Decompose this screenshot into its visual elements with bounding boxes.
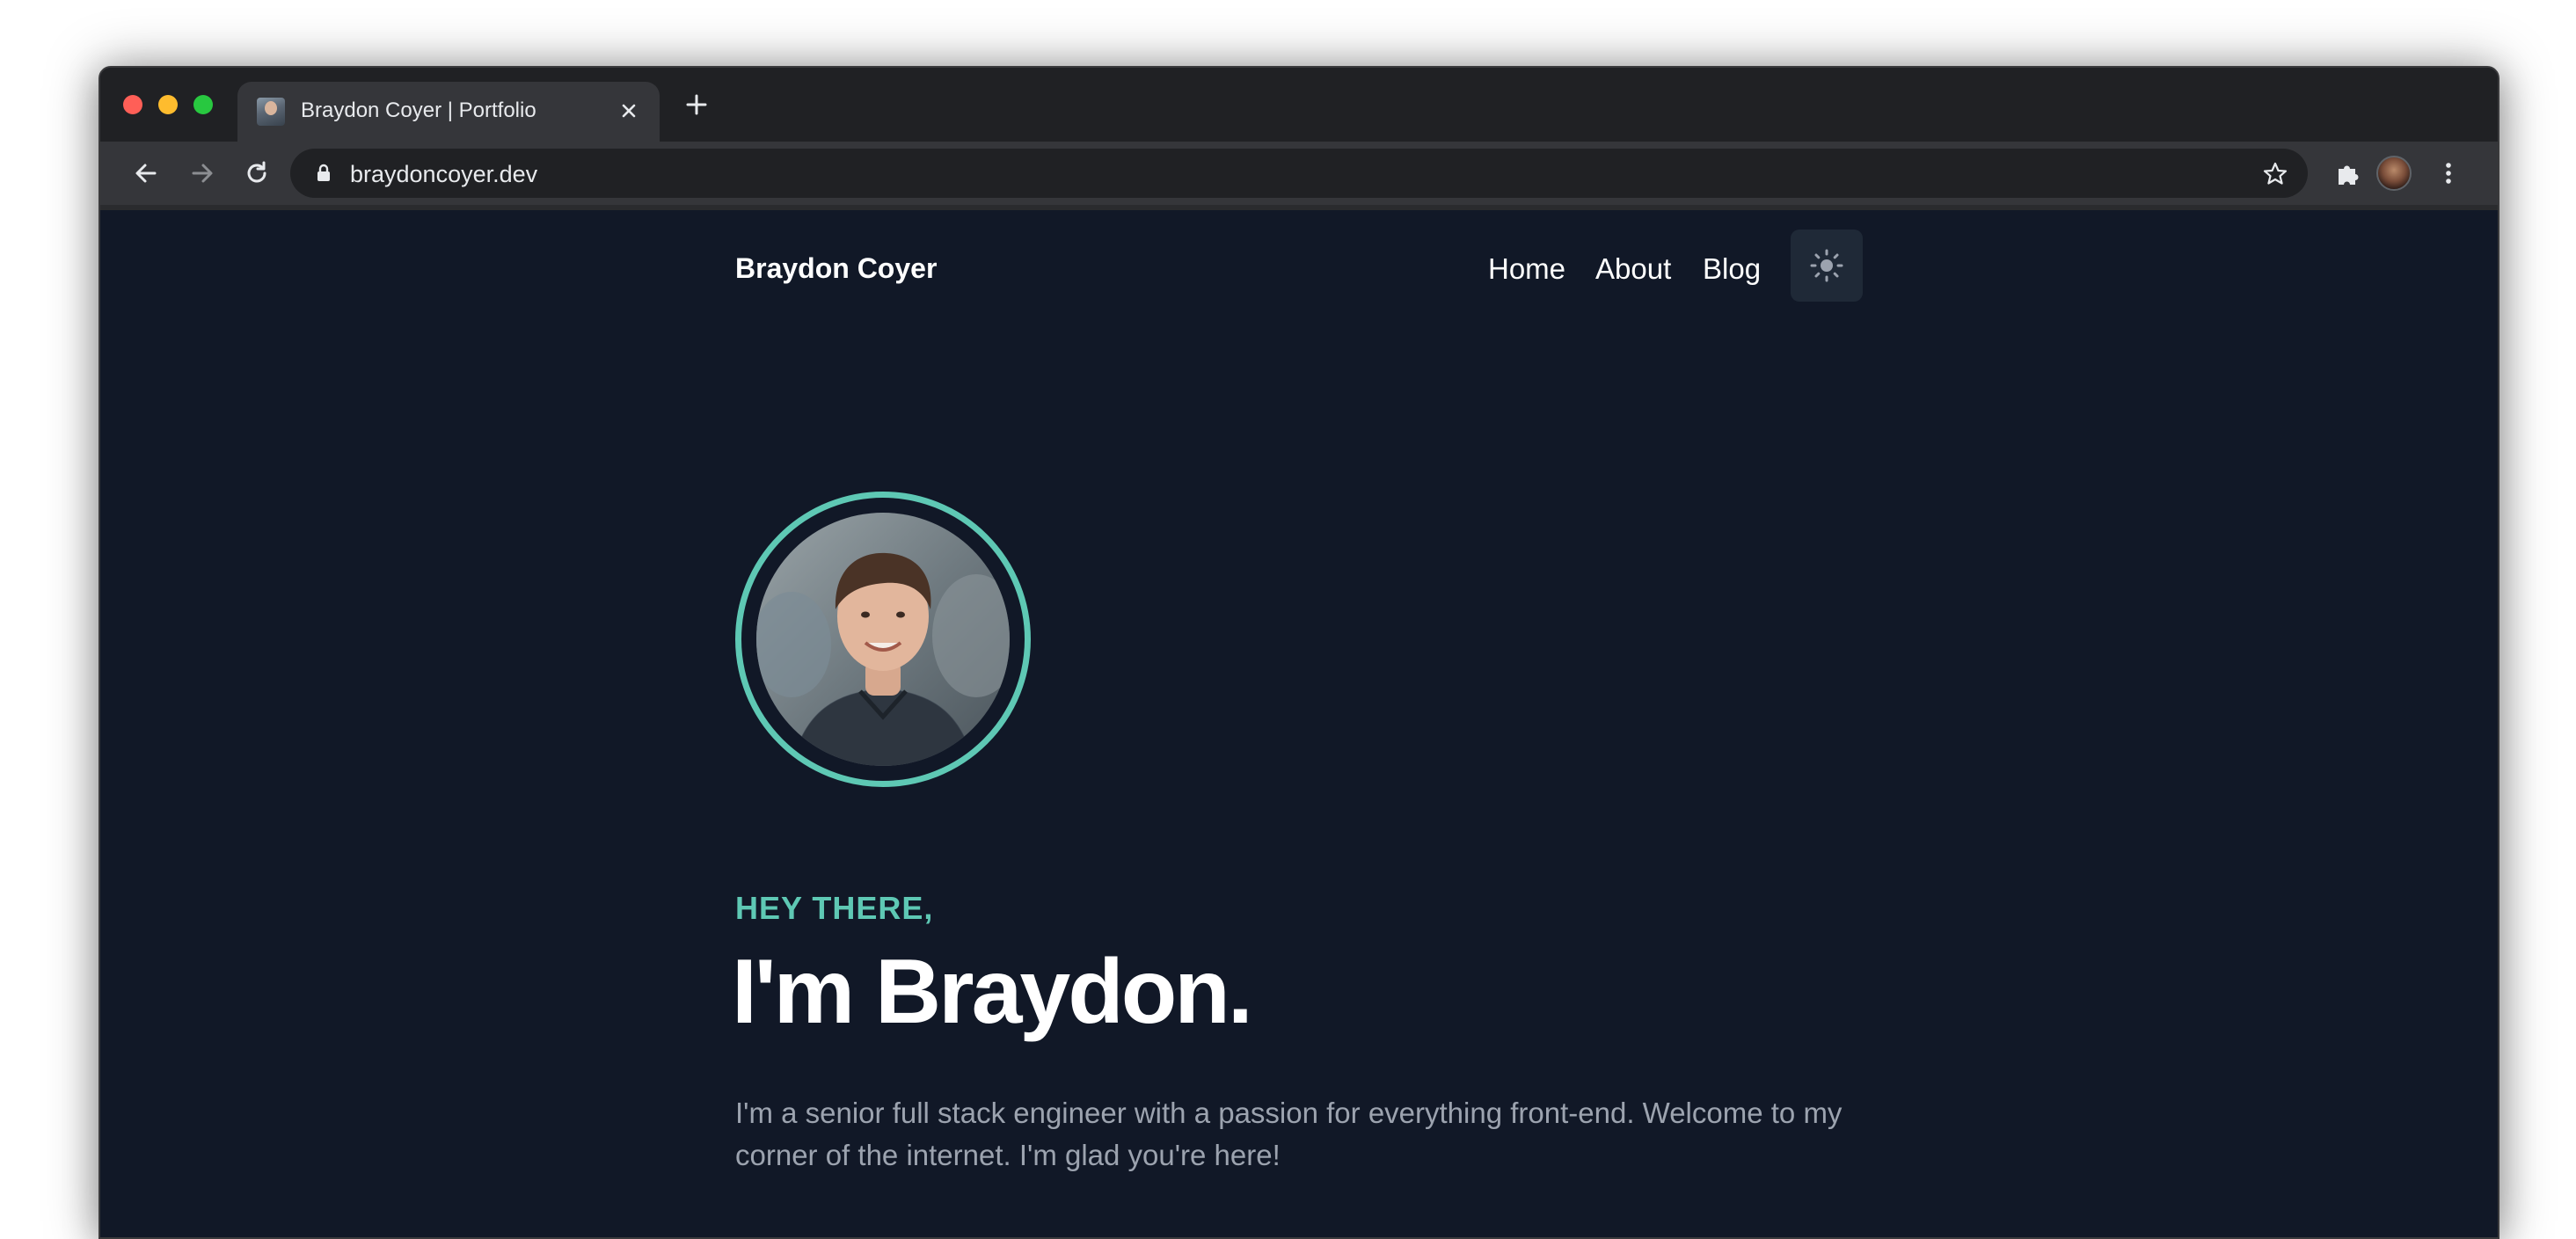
url-text[interactable]: braydoncoyer.dev bbox=[350, 161, 537, 188]
maximize-window-button[interactable] bbox=[193, 95, 213, 114]
nav-link-home[interactable]: Home bbox=[1488, 252, 1565, 286]
kebab-menu-icon[interactable] bbox=[2427, 152, 2470, 194]
favicon-icon bbox=[257, 98, 285, 126]
star-icon[interactable] bbox=[2260, 159, 2290, 189]
nav-link-about[interactable]: About bbox=[1595, 252, 1671, 286]
profile-photo-ring bbox=[735, 492, 1031, 787]
browser-tab[interactable]: Braydon Coyer | Portfolio bbox=[237, 82, 660, 142]
tab-title: Braydon Coyer | Portfolio bbox=[301, 98, 536, 122]
reload-icon[interactable] bbox=[236, 152, 278, 194]
arrow-left-icon[interactable] bbox=[125, 152, 167, 194]
profile-photo bbox=[756, 513, 1010, 766]
browser-toolbar: braydoncoyer.dev bbox=[100, 142, 2498, 205]
plus-icon[interactable] bbox=[677, 85, 716, 124]
hero-headline: I'm Braydon. bbox=[732, 941, 1253, 1043]
site-logo-text[interactable]: Braydon Coyer bbox=[735, 252, 937, 285]
tab-strip: Braydon Coyer | Portfolio bbox=[100, 68, 2498, 142]
close-window-button[interactable] bbox=[123, 95, 142, 114]
minimize-window-button[interactable] bbox=[158, 95, 178, 114]
lock-icon[interactable] bbox=[313, 163, 334, 184]
theme-toggle-button[interactable] bbox=[1791, 230, 1863, 302]
address-bar[interactable]: braydoncoyer.dev bbox=[290, 149, 2308, 198]
browser-window: Braydon Coyer | Portfolio braydoncoyer.d… bbox=[99, 66, 2499, 1239]
profile-avatar[interactable] bbox=[2376, 156, 2412, 191]
page-content: Braydon Coyer Home About Blog HEY THERE,… bbox=[100, 210, 2498, 1237]
nav-link-blog[interactable]: Blog bbox=[1703, 252, 1761, 286]
hero-intro: I'm a senior full stack engineer with a … bbox=[735, 1097, 1843, 1171]
sun-icon bbox=[1810, 249, 1843, 282]
arrow-right-icon[interactable] bbox=[181, 152, 223, 194]
hero-greeting: HEY THERE, bbox=[735, 890, 934, 926]
close-icon[interactable] bbox=[614, 96, 644, 126]
puzzle-icon[interactable] bbox=[2327, 152, 2369, 194]
